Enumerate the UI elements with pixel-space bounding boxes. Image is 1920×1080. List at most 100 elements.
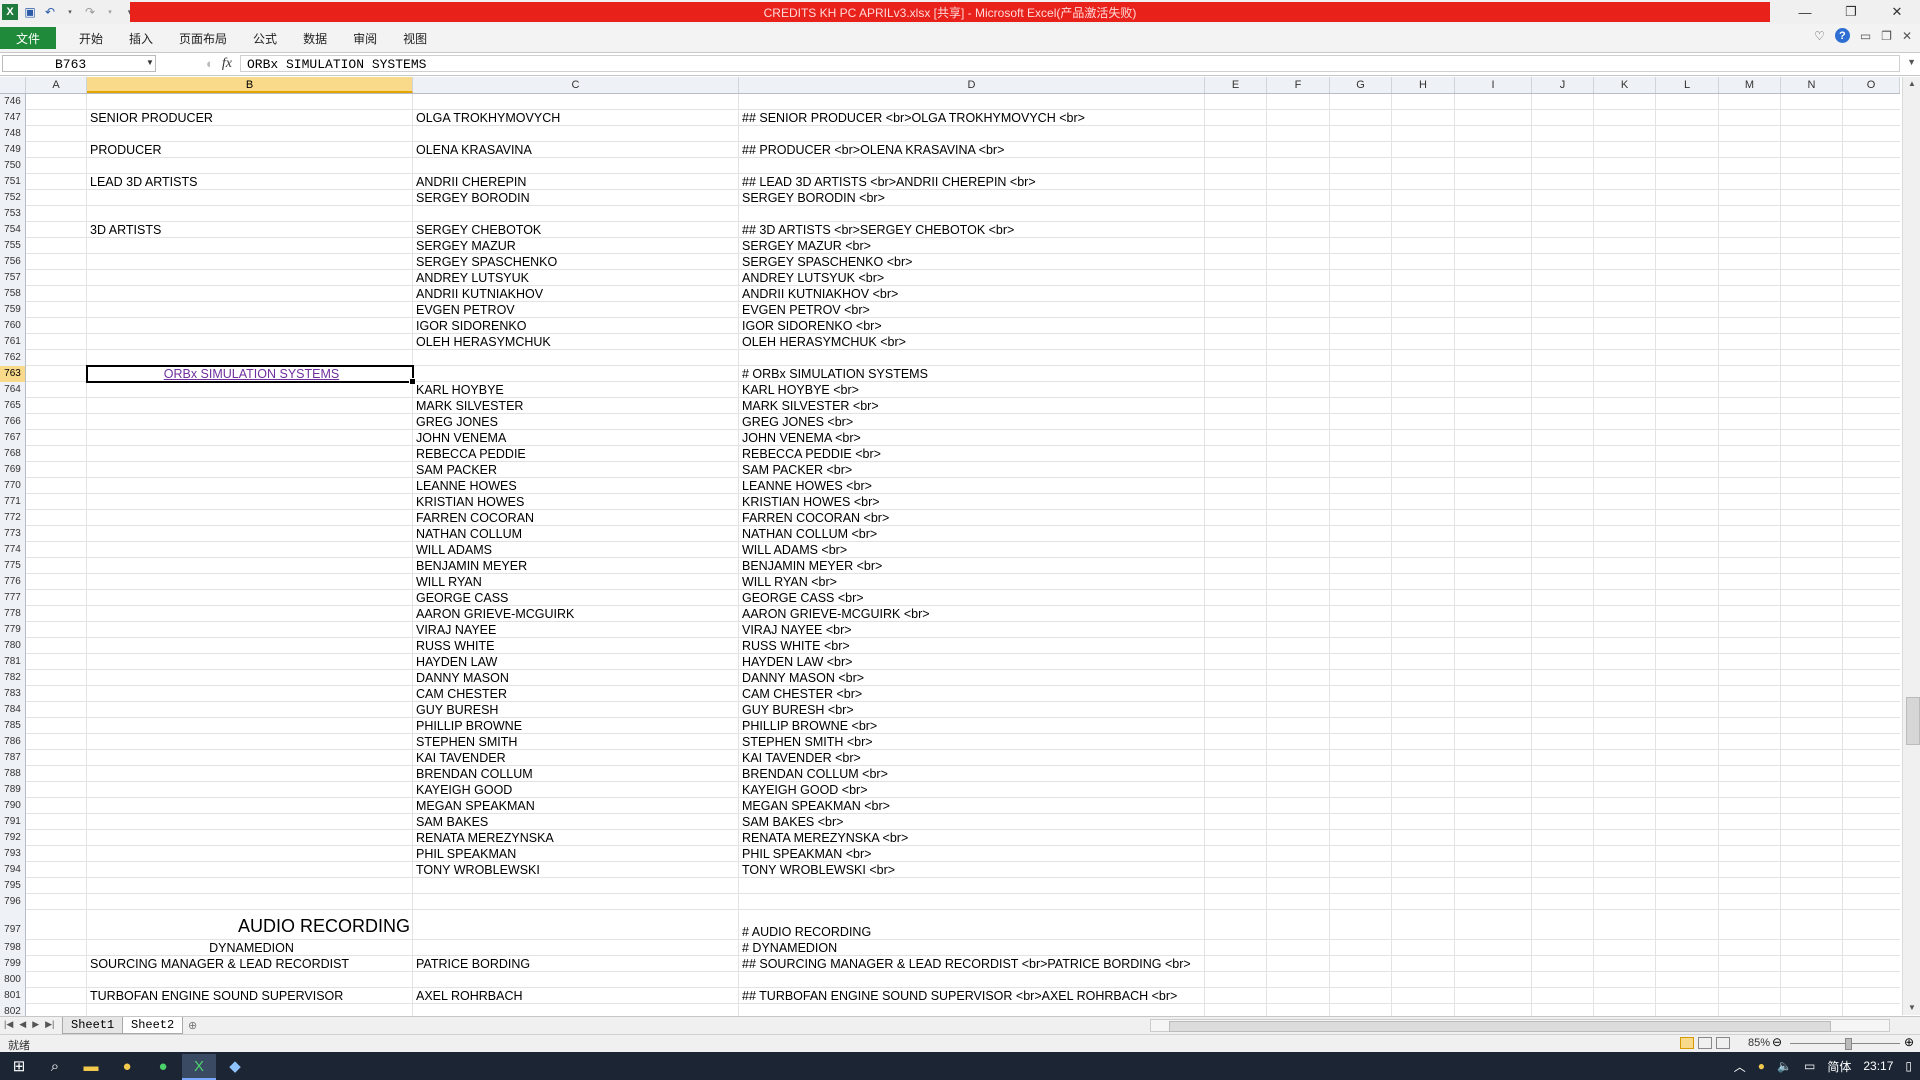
workbook-minimize-icon[interactable]: ▭ bbox=[1860, 29, 1871, 43]
row-header[interactable]: 769 bbox=[0, 462, 26, 478]
row-header[interactable]: 752 bbox=[0, 190, 26, 206]
network-icon[interactable]: ▭ bbox=[1804, 1059, 1815, 1073]
chat-app-icon[interactable]: ● bbox=[146, 1054, 180, 1078]
row-header[interactable]: 798 bbox=[0, 940, 26, 956]
insert-sheet-icon[interactable]: ⊕ bbox=[188, 1019, 197, 1032]
row-header[interactable]: 746 bbox=[0, 94, 26, 110]
row-header[interactable]: 762 bbox=[0, 350, 26, 366]
tab-home[interactable]: 开始 bbox=[66, 24, 116, 52]
search-icon[interactable]: ⌕ bbox=[38, 1054, 72, 1078]
ime-indicator[interactable]: 简体 bbox=[1827, 1058, 1851, 1075]
cell-c749[interactable]: OLENA KRASAVINA bbox=[413, 142, 532, 158]
formula-bar-expand-handle-icon[interactable]: ◐ bbox=[206, 56, 214, 71]
cell-c801[interactable]: AXEL ROHRBACH bbox=[413, 988, 523, 1004]
cell-c759[interactable]: EVGEN PETROV bbox=[413, 302, 515, 318]
row-header[interactable]: 764 bbox=[0, 382, 26, 398]
cell-d782[interactable]: DANNY MASON <br> bbox=[739, 670, 864, 686]
row-header[interactable]: 779 bbox=[0, 622, 26, 638]
row-header[interactable]: 757 bbox=[0, 270, 26, 286]
zoom-in-icon[interactable]: ⊕ bbox=[1904, 1035, 1914, 1049]
row-header[interactable]: 767 bbox=[0, 430, 26, 446]
cell-c766[interactable]: GREG JONES bbox=[413, 414, 498, 430]
tab-review[interactable]: 审阅 bbox=[340, 24, 390, 52]
row-header[interactable]: 772 bbox=[0, 510, 26, 526]
cell-b797[interactable]: AUDIO RECORDING bbox=[87, 914, 413, 938]
cell-d781[interactable]: HAYDEN LAW <br> bbox=[739, 654, 852, 670]
row-header[interactable]: 799 bbox=[0, 956, 26, 972]
cell-d751[interactable]: ## LEAD 3D ARTISTS <br>ANDRII CHEREPIN <… bbox=[739, 174, 1036, 190]
cell-d755[interactable]: SERGEY MAZUR <br> bbox=[739, 238, 871, 254]
row-header[interactable]: 761 bbox=[0, 334, 26, 350]
column-header-m[interactable]: M bbox=[1719, 77, 1781, 93]
cell-d793[interactable]: PHIL SPEAKMAN <br> bbox=[739, 846, 871, 862]
cell-d794[interactable]: TONY WROBLEWSKI <br> bbox=[739, 862, 895, 878]
insert-function-icon[interactable]: fx bbox=[222, 56, 232, 72]
row-header[interactable]: 801 bbox=[0, 988, 26, 1004]
cell-c752[interactable]: SERGEY BORODIN bbox=[413, 190, 530, 206]
close-button[interactable]: ✕ bbox=[1874, 0, 1920, 24]
cell-d790[interactable]: MEGAN SPEAKMAN <br> bbox=[739, 798, 890, 814]
cell-c765[interactable]: MARK SILVESTER bbox=[413, 398, 523, 414]
tray-app-icon[interactable]: ● bbox=[1758, 1059, 1765, 1073]
cell-b798[interactable]: DYNAMEDION bbox=[87, 940, 413, 956]
sheet-tab-sheet2[interactable]: Sheet2 bbox=[122, 1017, 184, 1034]
start-icon[interactable]: ⊞ bbox=[2, 1054, 36, 1078]
cell-c788[interactable]: BRENDAN COLLUM bbox=[413, 766, 533, 782]
minimize-button[interactable]: — bbox=[1782, 0, 1828, 24]
row-header[interactable]: 763 bbox=[0, 366, 26, 382]
row-header[interactable]: 768 bbox=[0, 446, 26, 462]
column-header-c[interactable]: C bbox=[413, 77, 739, 93]
row-header[interactable]: 786 bbox=[0, 734, 26, 750]
row-header[interactable]: 800 bbox=[0, 972, 26, 988]
cell-c794[interactable]: TONY WROBLEWSKI bbox=[413, 862, 540, 878]
page-break-view-icon[interactable] bbox=[1716, 1037, 1730, 1049]
redo-dropdown-icon[interactable]: ▾ bbox=[102, 4, 118, 20]
column-header-j[interactable]: J bbox=[1532, 77, 1594, 93]
row-header[interactable]: 795 bbox=[0, 878, 26, 894]
row-header[interactable]: 756 bbox=[0, 254, 26, 270]
name-box[interactable]: B763 bbox=[2, 55, 156, 72]
cell-c760[interactable]: IGOR SIDORENKO bbox=[413, 318, 526, 334]
tab-file[interactable]: 文件 bbox=[0, 27, 56, 49]
excel-app-icon[interactable]: X bbox=[2, 4, 18, 20]
cell-d797[interactable]: # AUDIO RECORDING bbox=[739, 924, 871, 940]
cell-c768[interactable]: REBECCA PEDDIE bbox=[413, 446, 526, 462]
column-header-f[interactable]: F bbox=[1267, 77, 1330, 93]
page-layout-view-icon[interactable] bbox=[1698, 1037, 1712, 1049]
cell-d775[interactable]: BENJAMIN MEYER <br> bbox=[739, 558, 882, 574]
cell-c784[interactable]: GUY BURESH bbox=[413, 702, 498, 718]
cell-c776[interactable]: WILL RYAN bbox=[413, 574, 482, 590]
row-header[interactable]: 781 bbox=[0, 654, 26, 670]
row-header[interactable]: 774 bbox=[0, 542, 26, 558]
cell-c764[interactable]: KARL HOYBYE bbox=[413, 382, 504, 398]
cell-d783[interactable]: CAM CHESTER <br> bbox=[739, 686, 862, 702]
cell-d789[interactable]: KAYEIGH GOOD <br> bbox=[739, 782, 868, 798]
cell-d759[interactable]: EVGEN PETROV <br> bbox=[739, 302, 870, 318]
cell-c754[interactable]: SERGEY CHEBOTOK bbox=[413, 222, 541, 238]
volume-icon[interactable]: 🔈 bbox=[1777, 1059, 1792, 1073]
cell-d767[interactable]: JOHN VENEMA <br> bbox=[739, 430, 861, 446]
workbook-restore-icon[interactable]: ❐ bbox=[1881, 29, 1892, 43]
cell-d754[interactable]: ## 3D ARTISTS <br>SERGEY CHEBOTOK <br> bbox=[739, 222, 1014, 238]
cell-d801[interactable]: ## TURBOFAN ENGINE SOUND SUPERVISOR <br>… bbox=[739, 988, 1177, 1004]
cell-c761[interactable]: OLEH HERASYMCHUK bbox=[413, 334, 551, 350]
app-taskbar-icon[interactable]: ◆ bbox=[218, 1054, 252, 1078]
cell-d788[interactable]: BRENDAN COLLUM <br> bbox=[739, 766, 888, 782]
scroll-down-icon[interactable]: ▼ bbox=[1903, 1001, 1920, 1015]
cell-d757[interactable]: ANDREY LUTSYUK <br> bbox=[739, 270, 884, 286]
cell-d749[interactable]: ## PRODUCER <br>OLENA KRASAVINA <br> bbox=[739, 142, 1004, 158]
row-header[interactable]: 771 bbox=[0, 494, 26, 510]
cell-d770[interactable]: LEANNE HOWES <br> bbox=[739, 478, 872, 494]
tray-expand-icon[interactable]: ︿ bbox=[1734, 1058, 1746, 1075]
cell-d773[interactable]: NATHAN COLLUM <br> bbox=[739, 526, 877, 542]
cell-d784[interactable]: GUY BURESH <br> bbox=[739, 702, 854, 718]
row-header[interactable]: 791 bbox=[0, 814, 26, 830]
select-all-corner[interactable] bbox=[0, 77, 26, 93]
column-header-d[interactable]: D bbox=[739, 77, 1205, 93]
tab-insert[interactable]: 插入 bbox=[116, 24, 166, 52]
column-header-b[interactable]: B bbox=[87, 77, 413, 93]
zoom-level[interactable]: 85% bbox=[1748, 1037, 1770, 1049]
row-header[interactable]: 776 bbox=[0, 574, 26, 590]
cell-c789[interactable]: KAYEIGH GOOD bbox=[413, 782, 512, 798]
scroll-up-icon[interactable]: ▲ bbox=[1903, 77, 1920, 91]
